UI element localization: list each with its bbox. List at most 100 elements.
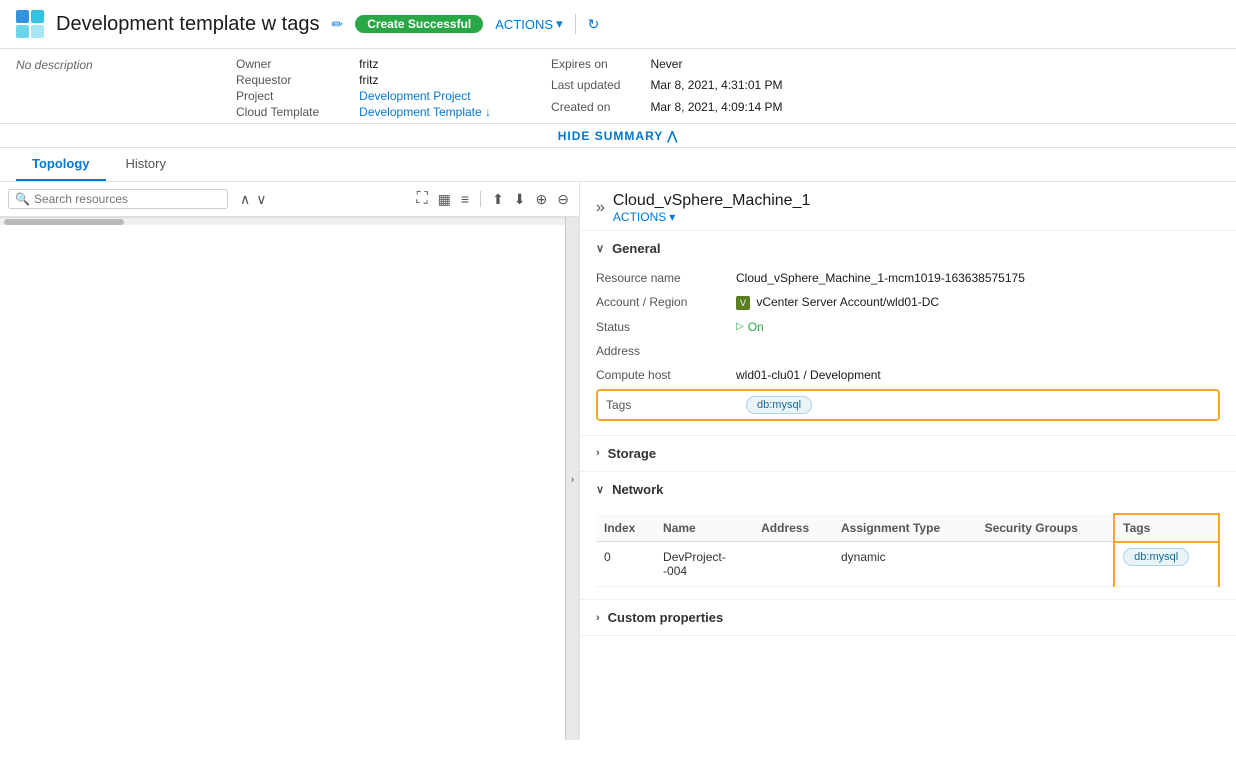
- tab-history[interactable]: History: [110, 148, 182, 181]
- collapse-panel-icon[interactable]: »: [596, 199, 605, 217]
- cell-tags: db:mysql: [1114, 542, 1219, 587]
- network-section: ∨ Network Index Name Address Assignment …: [580, 472, 1236, 601]
- toolbar-divider: [480, 191, 481, 207]
- last-updated-value: Mar 8, 2021, 4:31:01 PM: [650, 78, 782, 97]
- cloud-template-label: Cloud Template: [236, 105, 319, 119]
- expires-label: Expires on: [551, 57, 620, 76]
- resource-name-value: Cloud_vSphere_Machine_1-mcm1019-16363857…: [736, 271, 1025, 285]
- address-label: Address: [596, 344, 726, 358]
- network-table-header-row: Index Name Address Assignment Type Secur…: [596, 514, 1219, 542]
- expires-value: Never: [650, 57, 782, 76]
- col-index: Index: [596, 514, 655, 542]
- network-table: Index Name Address Assignment Type Secur…: [596, 513, 1220, 588]
- network-tags-badge[interactable]: db:mysql: [1123, 548, 1189, 566]
- zoom-out-icon[interactable]: ⊖: [555, 189, 571, 210]
- cell-address: [753, 542, 833, 587]
- detail-panel: » Cloud_vSphere_Machine_1 ACTIONS ▾ ∨ Ge…: [580, 182, 1236, 740]
- network-chevron: ∨: [596, 483, 604, 496]
- download-icon[interactable]: ⬇: [512, 189, 528, 210]
- col-name: Name: [655, 514, 753, 542]
- summary-meta: Owner fritz Requestor fritz Project Deve…: [236, 57, 491, 119]
- cloud-template-link[interactable]: Development Template ↓: [359, 105, 491, 119]
- canvas-scrollbar[interactable]: ›: [0, 217, 579, 225]
- scroll-arrow[interactable]: ›: [565, 217, 579, 740]
- topology-canvas-container: ⬡ Cloud_NSX_N... ⬜ Cloud_vSpher... ⬜ Clo…: [0, 217, 579, 740]
- last-updated-label: Last updated: [551, 78, 620, 97]
- header-divider: [575, 14, 576, 34]
- resource-name-row: Resource name Cloud_vSphere_Machine_1-mc…: [596, 266, 1220, 290]
- cloud-template-value: Development Template ↓: [359, 105, 491, 119]
- app-logo: [16, 10, 44, 38]
- detail-header: » Cloud_vSphere_Machine_1 ACTIONS ▾: [580, 182, 1236, 231]
- search-box[interactable]: 🔍: [8, 189, 228, 209]
- cell-assignment-type: dynamic: [833, 542, 977, 587]
- detail-title: Cloud_vSphere_Machine_1: [613, 192, 810, 209]
- summary-bar: No description Owner fritz Requestor fri…: [0, 49, 1236, 124]
- storage-label: Storage: [608, 446, 656, 461]
- account-region-row: Account / Region V vCenter Server Accoun…: [596, 290, 1220, 315]
- storage-section-header[interactable]: › Storage: [580, 436, 1236, 471]
- summary-right: Expires on Never Last updated Mar 8, 202…: [551, 57, 782, 119]
- refresh-icon[interactable]: ↻: [588, 16, 600, 33]
- general-section-header[interactable]: ∨ General: [580, 231, 1236, 266]
- list-icon[interactable]: ≡: [459, 189, 471, 209]
- requestor-value: fritz: [359, 73, 491, 87]
- main-content: 🔍 ∧ ∨ ⛶ ▦ ≡ ⬆ ⬇ ⊕ ⊖: [0, 182, 1236, 740]
- connect-icon[interactable]: ⛶: [414, 188, 429, 210]
- general-section: ∨ General Resource name Cloud_vSphere_Ma…: [580, 231, 1236, 436]
- general-chevron: ∨: [596, 242, 604, 255]
- vcenter-icon: V: [736, 296, 750, 310]
- address-row: Address: [596, 339, 1220, 363]
- compute-host-value: wld01-clu01 / Development: [736, 368, 881, 382]
- detail-actions-button[interactable]: ACTIONS ▾: [613, 210, 675, 224]
- tags-row-general: Tags db:mysql: [596, 389, 1220, 421]
- col-tags: Tags: [1114, 514, 1219, 542]
- tags-badge-general[interactable]: db:mysql: [746, 396, 812, 414]
- play-icon: ▷: [736, 321, 744, 332]
- sort-up-icon[interactable]: ∧: [238, 189, 252, 210]
- created-on-value: Mar 8, 2021, 4:09:14 PM: [650, 100, 782, 119]
- topology-toolbar: 🔍 ∧ ∨ ⛶ ▦ ≡ ⬆ ⬇ ⊕ ⊖: [0, 182, 579, 217]
- requestor-label: Requestor: [236, 73, 319, 87]
- custom-properties-header[interactable]: › Custom properties: [580, 600, 1236, 635]
- search-icon: 🔍: [15, 192, 30, 206]
- upload-icon[interactable]: ⬆: [490, 189, 506, 210]
- project-value: Development Project: [359, 89, 491, 103]
- tags-label: Tags: [606, 398, 736, 412]
- edit-icon[interactable]: ✏: [331, 16, 343, 33]
- owner-value: fritz: [359, 57, 491, 71]
- col-address: Address: [753, 514, 833, 542]
- project-link[interactable]: Development Project: [359, 89, 470, 103]
- cell-name: DevProject--004: [655, 542, 753, 587]
- col-assignment-type: Assignment Type: [833, 514, 977, 542]
- zoom-in-icon[interactable]: ⊕: [534, 189, 550, 210]
- project-label: Project: [236, 89, 319, 103]
- storage-chevron: ›: [596, 447, 600, 459]
- compute-host-label: Compute host: [596, 368, 726, 382]
- created-on-label: Created on: [551, 100, 620, 119]
- summary-left: No description: [16, 57, 216, 119]
- compute-host-row: Compute host wld01-clu01 / Development: [596, 363, 1220, 387]
- no-description: No description: [16, 58, 93, 72]
- topology-panel: 🔍 ∧ ∨ ⛶ ▦ ≡ ⬆ ⬇ ⊕ ⊖: [0, 182, 580, 740]
- tab-topology[interactable]: Topology: [16, 148, 106, 181]
- sort-down-icon[interactable]: ∨: [254, 189, 268, 210]
- owner-label: Owner: [236, 57, 319, 71]
- tabs-bar: Topology History: [0, 148, 1236, 182]
- grid-icon[interactable]: ▦: [436, 189, 453, 210]
- network-label: Network: [612, 482, 663, 497]
- app-header: Development template w tags ✏ Create Suc…: [0, 0, 1236, 49]
- search-input[interactable]: [34, 192, 221, 206]
- network-section-body: Index Name Address Assignment Type Secur…: [580, 513, 1236, 600]
- network-section-header[interactable]: ∨ Network: [580, 472, 1236, 507]
- col-security-groups: Security Groups: [977, 514, 1115, 542]
- status-label: Status: [596, 320, 726, 334]
- table-row: 0 DevProject--004 dynamic db:mysql: [596, 542, 1219, 587]
- cell-security-groups: [977, 542, 1115, 587]
- header-actions-button[interactable]: ACTIONS ▾: [495, 16, 562, 32]
- hide-summary-button[interactable]: HIDE SUMMARY ⋀: [558, 125, 679, 147]
- resource-name-label: Resource name: [596, 271, 726, 285]
- status-value: ▷ On: [736, 320, 764, 334]
- scrollbar-thumb[interactable]: [4, 219, 124, 225]
- page-title: Development template w tags: [56, 13, 319, 36]
